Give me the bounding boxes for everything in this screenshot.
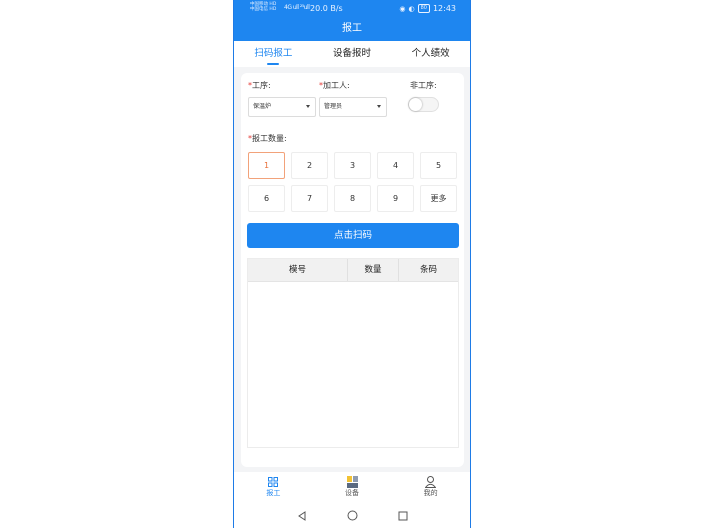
process-label: *工序: — [248, 81, 271, 90]
quantity-option-7[interactable]: 7 — [291, 185, 328, 212]
worker-label: *加工人: — [319, 81, 350, 90]
scan-button[interactable]: 点击扫码 — [247, 223, 459, 248]
network-speed: 20.0 B/s — [310, 4, 343, 13]
report-form-card: *工序: 保温炉 *加工人: 管理员 非工序: *报工数量: 1 2 3 4 5… — [241, 73, 464, 467]
status-time: 12:43 — [432, 4, 456, 13]
battery-icon: 80 — [417, 4, 430, 13]
active-tab-indicator — [267, 63, 279, 65]
column-header-mold: 模号 — [248, 259, 348, 281]
tab-performance[interactable]: 个人绩效 — [391, 41, 470, 67]
caret-down-icon — [306, 105, 310, 108]
home-icon[interactable] — [347, 506, 358, 525]
page-title: 报工 — [342, 23, 362, 34]
app-header: 中国移动 HD 中国电信 HD 4G ull ²⁵ull 20.0 B/s ◉ … — [234, 0, 470, 41]
bottom-nav: 报工 设备 我的 — [234, 472, 470, 502]
do-not-disturb-icon: ◐ — [408, 4, 415, 13]
worker-value: 管理员 — [324, 103, 343, 110]
quantity-option-more[interactable]: 更多 — [420, 185, 457, 212]
quantity-label: *报工数量: — [248, 134, 287, 143]
quantity-option-4[interactable]: 4 — [377, 152, 414, 179]
quantity-option-3[interactable]: 3 — [334, 152, 371, 179]
process-select[interactable]: 保温炉 — [248, 97, 316, 117]
caret-down-icon — [377, 105, 381, 108]
recents-icon[interactable] — [398, 506, 408, 525]
quantity-option-5[interactable]: 5 — [420, 152, 457, 179]
grid-icon — [268, 476, 279, 488]
signal-icon: 4G ull ²⁵ull — [284, 4, 310, 11]
nav-label-report: 报工 — [266, 489, 281, 497]
quantity-option-6[interactable]: 6 — [248, 185, 285, 212]
status-right: ◉ ◐ 80 12:43 — [399, 4, 456, 13]
quantity-grid: 1 2 3 4 5 6 7 8 9 更多 — [248, 152, 458, 212]
tab-device-time[interactable]: 设备报时 — [313, 41, 392, 67]
process-value: 保温炉 — [253, 103, 272, 110]
device-icon — [346, 476, 358, 488]
quantity-option-9[interactable]: 9 — [377, 185, 414, 212]
non-process-toggle[interactable] — [408, 97, 439, 112]
toggle-knob — [409, 98, 422, 111]
table-header: 模号 数量 条码 — [248, 259, 458, 282]
nav-label-profile: 我的 — [423, 489, 438, 497]
nav-item-profile[interactable]: 我的 — [391, 472, 470, 502]
quantity-option-1[interactable]: 1 — [248, 152, 285, 179]
scan-results-table: 模号 数量 条码 — [247, 258, 459, 448]
carrier-line-2: 中国电信 HD — [250, 7, 277, 12]
user-icon — [425, 476, 437, 488]
tab-bar: 扫码报工 设备报时 个人绩效 — [234, 41, 470, 67]
column-header-barcode: 条码 — [419, 265, 437, 275]
nav-item-device[interactable]: 设备 — [313, 472, 392, 502]
quantity-option-2[interactable]: 2 — [291, 152, 328, 179]
worker-select[interactable]: 管理员 — [319, 97, 387, 117]
nav-item-report[interactable]: 报工 — [234, 472, 313, 502]
system-nav-bar — [234, 502, 470, 528]
non-process-label: 非工序: — [410, 81, 437, 90]
phone-screen: 中国移动 HD 中国电信 HD 4G ull ²⁵ull 20.0 B/s ◉ … — [233, 0, 471, 528]
quantity-option-8[interactable]: 8 — [334, 185, 371, 212]
nav-label-device: 设备 — [345, 489, 359, 497]
column-header-quantity: 数量 — [348, 259, 399, 281]
back-icon[interactable] — [297, 506, 307, 525]
carrier-info: 中国移动 HD 中国电信 HD — [250, 2, 276, 12]
eye-icon: ◉ — [399, 4, 406, 13]
status-bar: 中国移动 HD 中国电信 HD 4G ull ²⁵ull 20.0 B/s ◉ … — [234, 0, 470, 18]
